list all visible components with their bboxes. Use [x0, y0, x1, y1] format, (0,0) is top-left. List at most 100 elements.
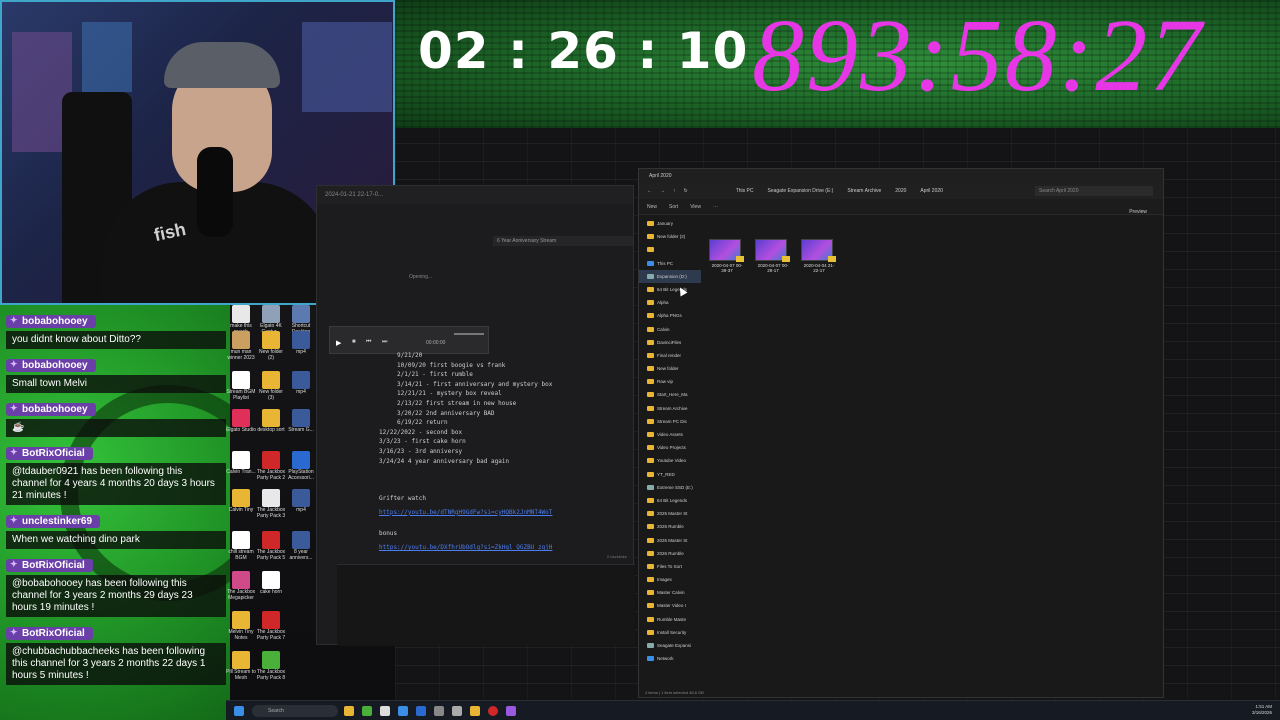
sidebar-item[interactable]: Stream Archive [639, 402, 701, 415]
desktop-icon[interactable]: chill stream BGM [226, 531, 256, 561]
chat-username[interactable]: BotRixOficial [6, 627, 93, 640]
desktop-icon[interactable]: The Jackbox Party Pack 8 [256, 651, 286, 681]
desktop-icon[interactable]: Stream G... [286, 409, 316, 434]
sidebar-item[interactable]: Video Assets [639, 428, 701, 441]
desktop-icon[interactable]: The Jackbox Party Pack 7 [256, 611, 286, 641]
desktop-icon[interactable]: mp4 [286, 489, 316, 514]
sidebar-item[interactable]: Network [639, 652, 701, 665]
video-file[interactable]: 2020-04-07 00-29-17 [755, 239, 791, 274]
breadcrumb-item[interactable]: 2020 [895, 188, 906, 194]
sidebar-item[interactable]: Master Video I [639, 599, 701, 612]
sidebar-item[interactable]: Alpha [639, 296, 701, 309]
taskbar-search[interactable]: Search [252, 705, 338, 717]
desktop-icon[interactable]: The Jackbox Party Pack 2 [256, 451, 286, 481]
desktop-icon[interactable]: Pill Stream to Mesh [226, 651, 256, 681]
desktop-icon[interactable]: mp4 [286, 331, 316, 356]
chat-username[interactable]: bobabohooey [6, 315, 96, 328]
media-player[interactable]: ▶ ■ ⏮ ⏭ 00:00:00 [329, 326, 489, 354]
prev-icon[interactable]: ⏮ [366, 339, 371, 346]
sidebar-item[interactable]: 2025 Rumble [639, 520, 701, 533]
command-button[interactable]: New [647, 204, 657, 210]
sidebar-item[interactable]: Extreme SSD (E:) [639, 481, 701, 494]
desktop-icon[interactable]: The Jackbox Party Pack 5 [256, 531, 286, 561]
chat-username[interactable]: unclestinker69 [6, 515, 101, 528]
video-file[interactable]: 2020-04-07 00-39-37 [709, 239, 745, 274]
desktop-icon[interactable]: The Jackbox Party Pack 3 [256, 489, 286, 519]
file-explorer-icon[interactable] [344, 706, 354, 716]
app-icon[interactable] [416, 706, 426, 716]
command-button[interactable]: View [690, 204, 701, 210]
desktop-icon[interactable]: The Jackbox Megapicker [226, 571, 256, 601]
sidebar-item[interactable]: Alpha PNGs [639, 309, 701, 322]
desktop-icon[interactable]: Stream BGM Playlist [226, 371, 256, 401]
sidebar-item[interactable]: YT_RED [639, 468, 701, 481]
breadcrumb-item[interactable]: April 2020 [920, 188, 943, 194]
explorer-tab[interactable]: April 2020 [639, 169, 1163, 183]
sidebar-item[interactable]: This PC [639, 257, 701, 270]
app-icon[interactable] [470, 706, 480, 716]
desktop-icon[interactable]: 8 year annivers... [286, 531, 316, 561]
sidebar-item[interactable] [639, 243, 701, 256]
sidebar-item[interactable]: Master Calvin [639, 586, 701, 599]
sidebar-item[interactable]: Files To Sort [639, 560, 701, 573]
sidebar-item[interactable]: New folder [639, 362, 701, 375]
sidebar-item[interactable]: Raw vip [639, 375, 701, 388]
xbox-icon[interactable] [362, 706, 372, 716]
command-button[interactable]: Sort [669, 204, 678, 210]
sidebar-item[interactable]: Calvin [639, 323, 701, 336]
forward-icon[interactable]: → [660, 188, 665, 194]
sidebar-item[interactable]: Install Security [639, 626, 701, 639]
explorer-search-input[interactable]: Search April 2020 [1035, 186, 1153, 196]
back-icon[interactable]: ← [647, 188, 652, 194]
desktop-icon[interactable]: cake horn [256, 571, 286, 596]
desktop-icon[interactable]: mp4 [286, 371, 316, 396]
chat-username[interactable]: BotRixOficial [6, 447, 93, 460]
up-icon[interactable]: ↑ [673, 188, 676, 194]
sidebar-item[interactable]: Final render [639, 349, 701, 362]
breadcrumb-item[interactable]: Stream Archive [847, 188, 881, 194]
command-button[interactable]: ··· [713, 204, 718, 210]
breadcrumb-item[interactable]: Seagate Expansion Drive (E:) [767, 188, 833, 194]
sidebar-item[interactable]: Images [639, 573, 701, 586]
obs-icon[interactable] [488, 706, 498, 716]
sidebar-item[interactable]: 64 Bit Legends [639, 494, 701, 507]
next-icon[interactable]: ⏭ [382, 339, 387, 346]
app-icon[interactable] [380, 706, 390, 716]
volume-slider[interactable] [454, 333, 484, 335]
app-icon[interactable] [506, 706, 516, 716]
sidebar-item[interactable]: Video Projects [639, 441, 701, 454]
sidebar-item[interactable]: January [639, 217, 701, 230]
sidebar-item[interactable]: 2025 Master St [639, 507, 701, 520]
sidebar-item[interactable]: 64 Bit Legends [639, 283, 701, 296]
sidebar-item[interactable]: Youtube Video [639, 454, 701, 467]
desktop-icon[interactable]: Melvin Tiny Notes [226, 611, 256, 641]
refresh-icon[interactable]: ↻ [684, 188, 688, 194]
sidebar-item[interactable]: DavinciFiles [639, 336, 701, 349]
sidebar-item[interactable]: 2026 Master St [639, 534, 701, 547]
sidebar-item[interactable]: Start_Here_Ma [639, 388, 701, 401]
system-clock[interactable]: 1:51 AM 3/16/2026 [1252, 704, 1272, 716]
breadcrumb-item[interactable]: This PC [736, 188, 754, 194]
app-icon[interactable] [452, 706, 462, 716]
chat-username[interactable]: bobabohooey [6, 403, 96, 416]
chat-username[interactable]: BotRixOficial [6, 559, 93, 572]
play-icon[interactable]: ▶ [336, 339, 341, 347]
app-icon[interactable] [434, 706, 444, 716]
desktop-icon[interactable]: desktop sort [256, 409, 286, 434]
grifter-link[interactable]: https://youtu.be/dTNRgH9GdFw?si=cyHQBk2J… [379, 508, 619, 518]
bonus-link[interactable]: https://youtu.be/DXfhrUbOdlg?si=ZkHql_QG… [379, 543, 619, 553]
start-icon[interactable] [234, 706, 244, 716]
sidebar-item[interactable]: 2026 Rumble [639, 547, 701, 560]
breadcrumb[interactable]: This PC Seagate Expansion Drive (E:) Strea… [736, 188, 1027, 194]
browser-tab[interactable]: 6 Year Anniversary Stream [493, 236, 633, 246]
bluetooth-icon[interactable] [398, 706, 408, 716]
sidebar-item[interactable]: Seagate Expansi [639, 639, 701, 652]
sidebar-item[interactable]: Rumble Maste [639, 613, 701, 626]
preview-button[interactable]: Preview [1129, 209, 1147, 215]
desktop-icon[interactable]: PlayStation Accessori... [286, 451, 316, 481]
desktop-icon[interactable]: Calvin Tran... [226, 451, 256, 476]
stop-icon[interactable]: ■ [352, 339, 356, 345]
video-file[interactable]: 2020-04-04 21-22-17 [801, 239, 837, 274]
desktop-icon[interactable]: Calvin Tiny [226, 489, 256, 514]
desktop-icon[interactable]: mun man winner 2023 [226, 331, 256, 361]
